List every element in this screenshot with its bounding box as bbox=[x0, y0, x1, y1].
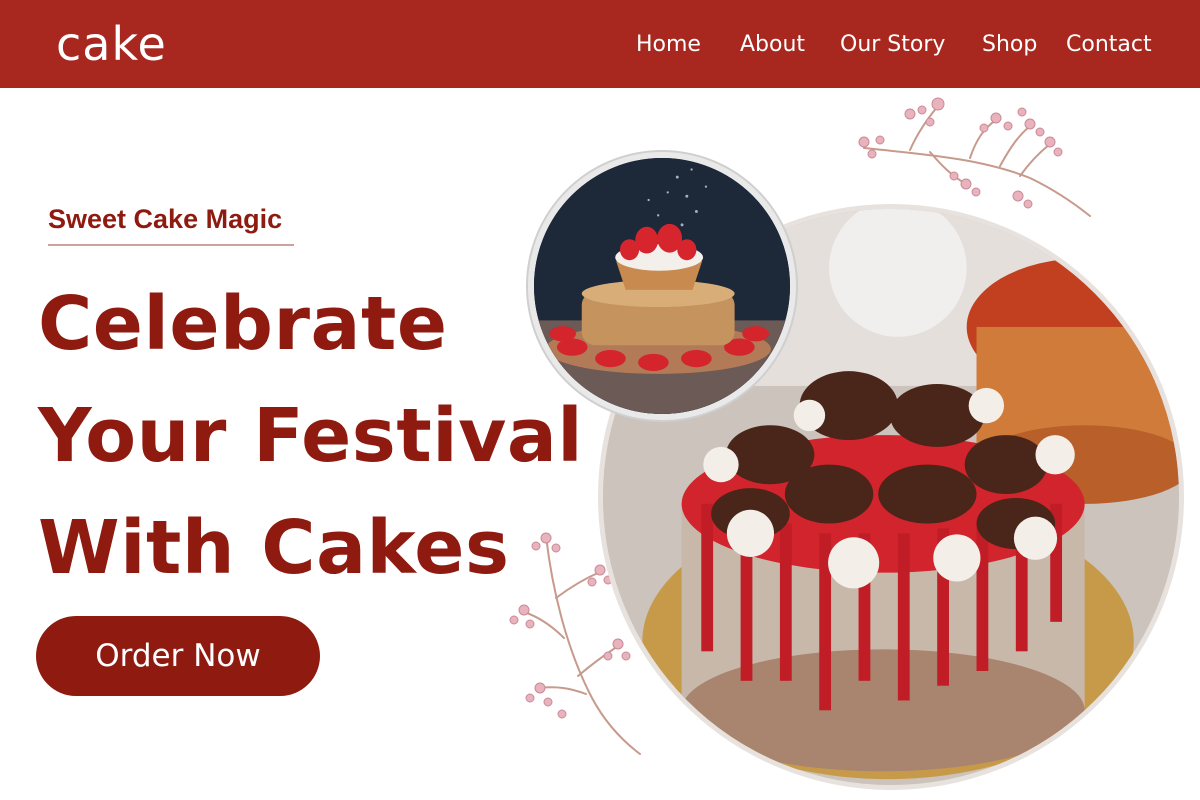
inset-pastry-photo bbox=[528, 152, 796, 420]
kicker-underline bbox=[48, 244, 294, 246]
headline-line-1: Celebrate bbox=[38, 281, 448, 367]
hero-kicker: Sweet Cake Magic bbox=[48, 204, 283, 234]
top-navbar: cake Home About Our Story Shop Contact bbox=[0, 0, 1200, 88]
order-now-button[interactable]: Order Now bbox=[36, 616, 320, 696]
nav-link-shop[interactable]: Shop bbox=[982, 30, 1037, 60]
nav-link-about[interactable]: About bbox=[740, 30, 805, 60]
pastry-illustration bbox=[534, 158, 790, 414]
nav-link-our-story[interactable]: Our Story bbox=[840, 30, 945, 60]
headline-line-2: Your Festival bbox=[38, 393, 584, 479]
site-logo[interactable]: cake bbox=[56, 14, 167, 74]
nav-link-home[interactable]: Home bbox=[636, 30, 701, 60]
nav-link-contact[interactable]: Contact bbox=[1066, 30, 1152, 60]
